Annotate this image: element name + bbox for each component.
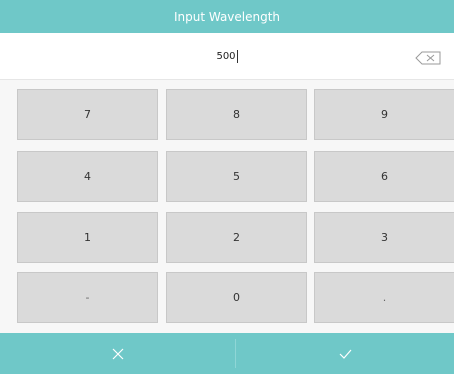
- key-label: 3: [381, 231, 388, 244]
- key-label: -: [85, 291, 90, 304]
- backspace-button[interactable]: [415, 50, 442, 65]
- input-wavelength-dialog: Input Wavelength 500 7 8 9 4 5 6 1 2 3 -…: [0, 0, 454, 374]
- key-6[interactable]: 6: [314, 151, 454, 202]
- cancel-button[interactable]: [0, 333, 235, 374]
- key-label: 7: [84, 108, 91, 121]
- action-divider: [235, 339, 236, 368]
- key-label: 0: [233, 291, 240, 304]
- title-bar: Input Wavelength: [0, 0, 454, 33]
- key-label: 8: [233, 108, 240, 121]
- key-3[interactable]: 3: [314, 212, 454, 263]
- action-bar: [0, 333, 454, 374]
- backspace-icon: [415, 51, 441, 65]
- key-label: 2: [233, 231, 240, 244]
- key-1[interactable]: 1: [17, 212, 158, 263]
- text-caret: [236, 49, 238, 63]
- key-label: 5: [233, 170, 240, 183]
- key-decimal[interactable]: .: [314, 272, 454, 323]
- key-label: 9: [381, 108, 388, 121]
- checkmark-icon: [339, 349, 352, 359]
- key-2[interactable]: 2: [166, 212, 307, 263]
- key-0[interactable]: 0: [166, 272, 307, 323]
- keypad: 7 8 9 4 5 6 1 2 3 - 0 .: [0, 80, 454, 333]
- confirm-button[interactable]: [237, 333, 454, 374]
- close-icon: [112, 348, 123, 359]
- key-9[interactable]: 9: [314, 89, 454, 140]
- key-7[interactable]: 7: [17, 89, 158, 140]
- key-label: .: [382, 291, 387, 304]
- input-value-text: 500: [216, 50, 236, 62]
- key-label: 6: [381, 170, 388, 183]
- key-label: 1: [84, 231, 91, 244]
- key-minus[interactable]: -: [17, 272, 158, 323]
- input-row: 500: [0, 33, 454, 80]
- key-5[interactable]: 5: [166, 151, 307, 202]
- key-label: 4: [84, 170, 91, 183]
- wavelength-input[interactable]: 500: [0, 33, 454, 79]
- dialog-title: Input Wavelength: [173, 9, 281, 24]
- key-4[interactable]: 4: [17, 151, 158, 202]
- key-8[interactable]: 8: [166, 89, 307, 140]
